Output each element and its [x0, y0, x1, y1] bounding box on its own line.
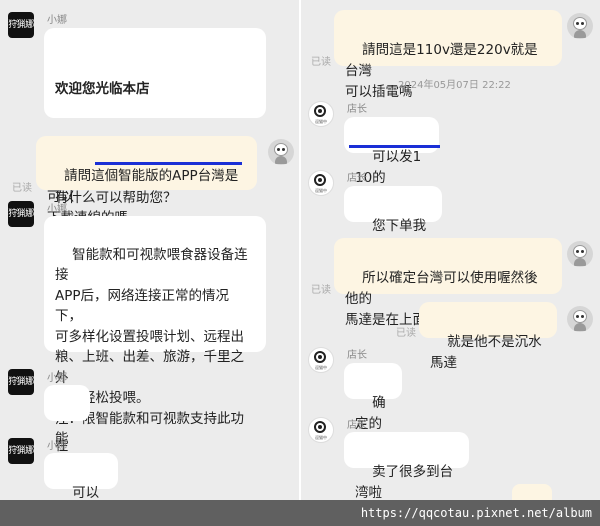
reply-bubble[interactable]: 可以的哈	[44, 453, 118, 500]
sender-name: 小娜	[47, 373, 67, 384]
shop-avatar[interactable]: 狩猟娜	[8, 369, 34, 395]
user-question-bubble[interactable]: 請問這是110v還是220v就是台灣 可以插電嗎	[334, 10, 562, 100]
sender-name: 店长	[347, 173, 367, 184]
message-text: 就是他不是沉水馬達	[430, 334, 542, 371]
right-chat-panel[interactable]: 請問這是110v還是220v就是台灣 可以插電嗎 已读 2024年05月07日 …	[301, 0, 600, 500]
user-message-bubble[interactable]: 就是他不是沉水馬達	[419, 302, 557, 371]
message-timestamp: 2024年05月07日 22:22	[398, 80, 511, 91]
highlight-underline	[349, 145, 440, 148]
sender-name: 小娜	[47, 204, 67, 215]
watermark-bar: https://qqcotau.pixnet.net/album	[0, 500, 600, 526]
user-avatar[interactable]	[567, 306, 593, 332]
sender-name: 小娜	[47, 441, 67, 452]
highlight-underline	[95, 162, 242, 165]
user-avatar[interactable]	[268, 139, 294, 165]
user-avatar[interactable]	[567, 13, 593, 39]
reply-bubble[interactable]: 在的	[44, 385, 90, 475]
left-chat-panel[interactable]: 狩猟娜 小娜 欢迎您光临本店 Hi，我是本次接待您的客服，请问 有什么可以帮助您…	[0, 0, 299, 500]
store-avatar[interactable]: 逗猫中	[308, 417, 334, 443]
message-text: 請問這是110v還是220v就是台灣 可以插電嗎	[345, 42, 538, 100]
read-receipt: 已读	[311, 285, 331, 296]
sender-name: 小娜	[47, 15, 67, 26]
store-avatar[interactable]: 逗猫中	[308, 347, 334, 373]
welcome-message-bubble[interactable]: 欢迎您光临本店 Hi，我是本次接待您的客服，请问 有什么可以帮助您？	[44, 28, 266, 206]
reply-bubble[interactable]: 您下单我备注	[344, 186, 442, 255]
shop-avatar[interactable]: 狩猟娜	[8, 12, 34, 38]
partial-message-bubble	[512, 484, 552, 500]
reply-bubble[interactable]: 卖了很多到台湾啦	[344, 432, 469, 500]
product-info-bubble[interactable]: 智能款和可视款喂食器设备连接 APP后，网络连接正常的情况下， 可多样化设置投喂…	[44, 216, 266, 447]
sender-name: 店长	[347, 104, 367, 115]
user-question-bubble[interactable]: 所以確定台灣可以使用喔然後他的 馬達是在上面對嗎	[334, 238, 562, 328]
message-text: 卖了很多到台湾啦	[355, 464, 454, 500]
watermark-url: https://qqcotau.pixnet.net/album	[360, 506, 592, 520]
store-avatar[interactable]: 逗猫中	[308, 170, 334, 196]
message-text: 可以的哈	[72, 485, 100, 500]
store-avatar[interactable]: 逗猫中	[308, 101, 334, 127]
sender-name: 店长	[347, 420, 367, 431]
user-avatar[interactable]	[567, 241, 593, 267]
read-receipt: 已读	[396, 328, 416, 339]
read-receipt: 已读	[311, 57, 331, 68]
reply-bubble[interactable]: 确定的	[344, 363, 402, 432]
shop-avatar[interactable]: 狩猟娜	[8, 438, 34, 464]
read-receipt: 已读	[12, 183, 32, 194]
shop-avatar[interactable]: 狩猟娜	[8, 201, 34, 227]
sender-name: 店长	[347, 350, 367, 361]
welcome-title: 欢迎您光临本店	[55, 81, 150, 97]
